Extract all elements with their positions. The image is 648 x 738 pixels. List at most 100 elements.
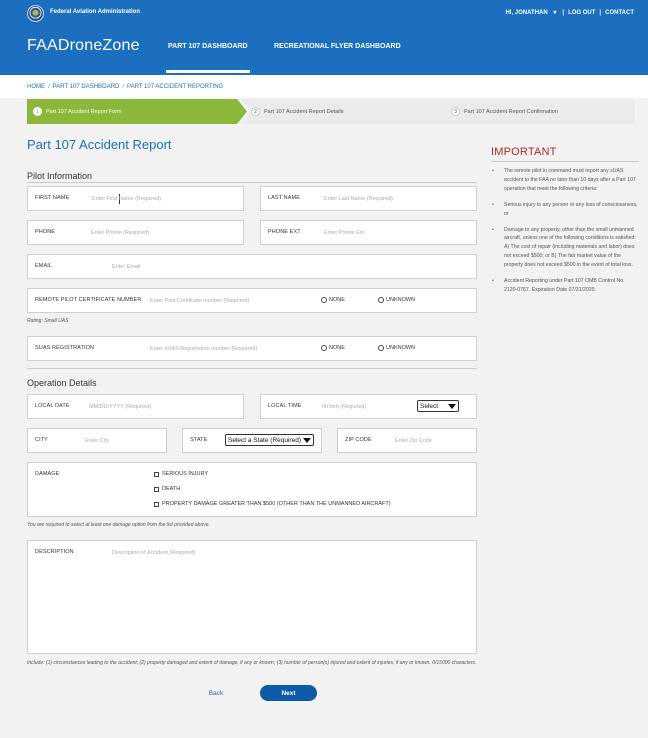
- first-name-input[interactable]: [92, 193, 237, 205]
- breadcrumb-part-107-dashboard[interactable]: PART 107 DASHBOARD: [53, 84, 120, 90]
- phone-ext-field: PHONE EXT: [260, 220, 477, 245]
- step-3: 3 Part 107 Accident Report Confirmation: [441, 99, 635, 124]
- contact-link[interactable]: CONTACT: [605, 10, 634, 16]
- field-label: DAMAGE: [35, 471, 60, 477]
- divider: [491, 161, 639, 162]
- important-list: The remote pilot in command must report …: [491, 167, 639, 302]
- chevron-down-icon[interactable]: ▾: [553, 10, 556, 16]
- logout-link[interactable]: LOG OUT: [568, 10, 595, 16]
- page-title: Part 107 Accident Report: [27, 137, 172, 152]
- last-name-input[interactable]: [324, 193, 469, 205]
- radio-circle[interactable]: [378, 345, 384, 351]
- divider: [27, 182, 477, 183]
- field-label: ZIP CODE: [345, 437, 372, 443]
- select-value[interactable]: Select a State (Required): [228, 437, 301, 444]
- select-value[interactable]: Select: [420, 403, 438, 410]
- suas-registration-input[interactable]: [150, 343, 310, 355]
- breadcrumb-bar: HOME / PART 107 DASHBOARD / PART 107 ACCIDEN…: [0, 75, 648, 98]
- list-item: Damage to any property, other than the s…: [491, 226, 639, 271]
- description-note: Include: (1) circumstances leading to th…: [27, 660, 477, 666]
- radio-label[interactable]: UNKNOWN: [386, 297, 415, 303]
- important-heading: IMPORTANT: [491, 146, 557, 158]
- local-time-input[interactable]: [322, 401, 407, 413]
- user-greeting[interactable]: HI, JONATHAN: [505, 10, 547, 16]
- checkbox-label[interactable]: DEATH: [162, 486, 180, 492]
- checkbox-box[interactable]: [154, 471, 159, 477]
- breadcrumb-separator: /: [48, 84, 50, 90]
- zip-code-field: ZIP CODE: [337, 428, 477, 453]
- field-label: EMAIL: [35, 263, 53, 269]
- step-label: Part 107 Accident Report Confirmation: [464, 108, 558, 115]
- brand-logo[interactable]: FAADroneZone: [27, 37, 140, 55]
- local-time-field: LOCAL TIME Select: [260, 394, 477, 419]
- step-1: 1 Part 107 Accident Report Form: [27, 99, 247, 124]
- faa-seal-icon: [27, 5, 44, 22]
- dropdown-arrow-icon[interactable]: [448, 404, 456, 409]
- divider: |: [599, 10, 602, 16]
- radio-circle[interactable]: [321, 297, 327, 303]
- city-field: CITY: [27, 428, 167, 453]
- field-label: PHONE EXT: [268, 229, 301, 235]
- first-name-field: FIRST NAME: [27, 186, 244, 211]
- damage-field: DAMAGE: [27, 462, 477, 517]
- suas-registration-field: SUAS REGISTRATION NONE UNKNOWN: [27, 336, 477, 361]
- damage-death-checkbox[interactable]: DEATH: [154, 486, 180, 492]
- damage-property-checkbox[interactable]: PROPERTY DAMAGE GREATER THAN $500 (OTHER…: [154, 501, 391, 507]
- back-button[interactable]: Back: [200, 686, 232, 700]
- state-select[interactable]: Select a State (Required): [225, 434, 314, 446]
- damage-requirement-note: You are required to select at least one …: [27, 522, 210, 528]
- cert-none-radio[interactable]: NONE: [321, 297, 345, 303]
- zip-code-input[interactable]: [395, 435, 473, 447]
- list-item: Serious injury to any person or any loss…: [491, 201, 639, 219]
- suas-unknown-radio[interactable]: UNKNOWN: [378, 345, 415, 351]
- phone-ext-input[interactable]: [324, 227, 469, 239]
- phone-input[interactable]: [91, 227, 236, 239]
- dropdown-arrow-icon[interactable]: [303, 438, 311, 443]
- breadcrumb: HOME / PART 107 DASHBOARD / PART 107 ACCIDEN…: [27, 84, 223, 90]
- step-number: 1: [33, 107, 42, 116]
- step-number: 3: [451, 107, 460, 116]
- user-menu[interactable]: HI, JONATHAN ▾: [503, 10, 558, 16]
- state-field: STATE Select a State (Required): [182, 428, 322, 453]
- suas-none-radio[interactable]: NONE: [321, 345, 345, 351]
- breadcrumb-accident-reporting[interactable]: PART 107 ACCIDENT REPORTING: [127, 84, 223, 90]
- field-label: STATE: [190, 437, 208, 443]
- field-label: DESCRIPTION: [35, 549, 74, 555]
- radio-label[interactable]: NONE: [329, 297, 345, 303]
- tab-recreational-flyer-dashboard[interactable]: RECREATIONAL FLYER DASHBOARD: [274, 43, 401, 50]
- tab-part-107-dashboard[interactable]: PART 107 DASHBOARD: [166, 43, 250, 73]
- divider: [27, 368, 477, 369]
- checkbox-label[interactable]: SERIOUS INJURY: [162, 471, 208, 477]
- radio-circle[interactable]: [378, 297, 384, 303]
- breadcrumb-home[interactable]: HOME: [27, 84, 45, 90]
- field-label: REMOTE PILOT CERTIFICATE NUMBER: [35, 297, 142, 303]
- damage-serious-injury-checkbox[interactable]: SERIOUS INJURY: [154, 471, 208, 477]
- list-item: Accident Reporting under Part 107 OMB Co…: [491, 277, 639, 295]
- description-textarea[interactable]: [112, 547, 467, 559]
- agency-name: Federal Aviation Administration: [50, 9, 141, 15]
- cert-unknown-radio[interactable]: UNKNOWN: [378, 297, 415, 303]
- progress-stepper: 1 Part 107 Accident Report Form 2 Part 107…: [27, 99, 635, 124]
- next-button[interactable]: Next: [260, 685, 317, 701]
- local-date-input[interactable]: [89, 401, 234, 413]
- radio-circle[interactable]: [321, 345, 327, 351]
- description-field: DESCRIPTION: [27, 540, 477, 654]
- field-label: LAST NAME: [268, 195, 300, 201]
- email-input[interactable]: [112, 261, 467, 273]
- checkbox-label[interactable]: PROPERTY DAMAGE GREATER THAN $500 (OTHER…: [162, 501, 391, 507]
- phone-field: PHONE: [27, 220, 244, 245]
- list-item: The remote pilot in command must report …: [491, 167, 639, 194]
- city-input[interactable]: [85, 435, 163, 447]
- radio-label[interactable]: NONE: [329, 345, 345, 351]
- user-bar: HI, JONATHAN ▾ | LOG OUT | CONTACT: [501, 9, 636, 16]
- checkbox-box[interactable]: [154, 501, 159, 507]
- checkbox-box[interactable]: [154, 486, 159, 492]
- radio-label[interactable]: UNKNOWN: [386, 345, 415, 351]
- rating-note: Rating: Small UAS: [27, 318, 69, 324]
- field-label: LOCAL TIME: [268, 403, 302, 409]
- field-label: PHONE: [35, 229, 56, 235]
- pilot-certificate-field: REMOTE PILOT CERTIFICATE NUMBER NONE UNK…: [27, 288, 477, 313]
- pilot-certificate-input[interactable]: [150, 295, 310, 307]
- field-label: SUAS REGISTRATION: [35, 345, 95, 351]
- time-zone-select[interactable]: Select: [417, 400, 459, 412]
